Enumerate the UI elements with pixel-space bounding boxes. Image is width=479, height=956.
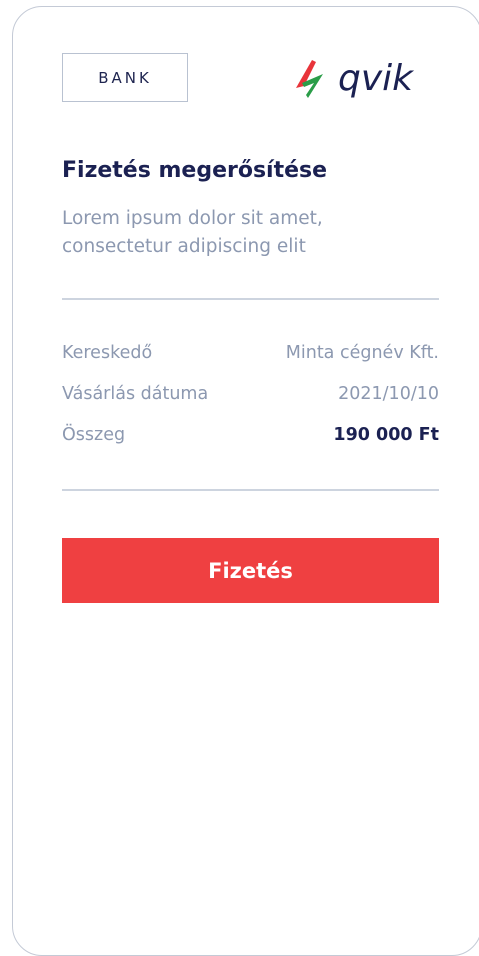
detail-label: Vásárlás dátuma <box>62 384 209 404</box>
divider-bottom <box>62 489 439 491</box>
lightning-bolt-icon: qvik <box>296 58 415 99</box>
divider-top <box>62 298 439 300</box>
page-description: Lorem ipsum dolor sit amet, consectetur … <box>62 208 323 257</box>
detail-row-amount: Összeg 190 000 Ft <box>62 420 439 450</box>
qvik-logo: qvik <box>292 52 442 112</box>
detail-value: Minta cégnév Kft. <box>285 343 439 363</box>
pay-button[interactable]: Fizetés <box>62 538 439 603</box>
logo-text: qvik <box>338 58 415 99</box>
bank-label: BANK <box>98 68 152 87</box>
detail-label: Kereskedő <box>62 343 153 363</box>
bank-logo-placeholder: BANK <box>62 53 188 102</box>
detail-row-merchant: Kereskedő Minta cégnév Kft. <box>62 338 439 368</box>
detail-label: Összeg <box>62 425 126 445</box>
amount-value: 190 000 Ft <box>333 425 439 445</box>
page-title: Fizetés megerősítése <box>62 158 328 183</box>
detail-row-date: Vásárlás dátuma 2021/10/10 <box>62 379 439 409</box>
phone-frame <box>12 6 479 956</box>
detail-value: 2021/10/10 <box>338 384 439 404</box>
